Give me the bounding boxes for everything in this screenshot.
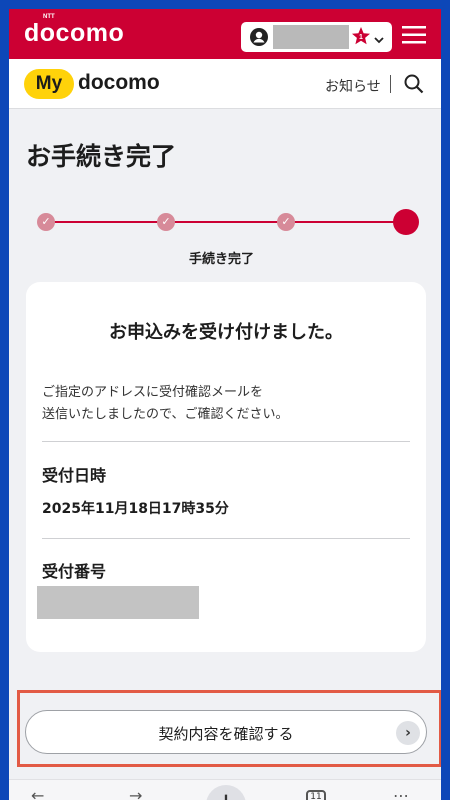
progress-stepper: ✓ ✓ ✓ 手続き完了: [37, 209, 429, 267]
chevron-right-icon: ›: [396, 721, 420, 745]
back-arrow-icon[interactable]: ←: [31, 786, 44, 800]
view-contract-label: 契約内容を確認する: [158, 725, 294, 743]
completion-card: お申込みを受け付けました。 ご指定のアドレスに受付確認メールを 送信いたしました…: [26, 282, 426, 652]
search-icon[interactable]: [403, 73, 425, 99]
step-2-done: ✓: [157, 213, 175, 231]
header-divider: [390, 75, 391, 93]
tab-count-icon[interactable]: 11: [306, 790, 326, 800]
message-line-1: ご指定のアドレスに受付確認メールを: [42, 385, 264, 400]
phone-screen: NTT docomo 1 My docomo お知らせ お手続き完了 ✓ ✓ ✓…: [9, 9, 441, 800]
divider: [42, 441, 410, 442]
rank-star-icon: 1: [352, 27, 370, 51]
docomo-logo[interactable]: docomo: [24, 19, 124, 48]
more-options-icon[interactable]: ⋯: [393, 786, 409, 800]
browser-toolbar: ← → + 11 ⋯: [9, 779, 441, 800]
completion-heading: お申込みを受け付けました。: [109, 322, 343, 343]
divider: [42, 538, 410, 539]
top-bar: NTT docomo 1: [9, 9, 441, 59]
view-contract-button[interactable]: 契約内容を確認する ›: [25, 710, 427, 754]
my-logo-badge[interactable]: My: [24, 69, 74, 99]
page-title: お手続き完了: [26, 142, 177, 171]
notice-link[interactable]: お知らせ: [325, 76, 381, 96]
mydocomo-header: My docomo お知らせ: [9, 59, 441, 109]
step-4-current: [393, 209, 419, 235]
stepper-line: [47, 221, 409, 223]
receipt-number-label: 受付番号: [42, 562, 107, 581]
step-3-done: ✓: [277, 213, 295, 231]
hamburger-menu-icon[interactable]: [402, 25, 426, 49]
user-icon: [249, 27, 269, 51]
message-line-2: 送信いたしましたので、ご確認ください。: [42, 407, 289, 422]
masked-account-number: [273, 25, 349, 49]
masked-receipt-number: [37, 586, 199, 619]
step-1-done: ✓: [37, 213, 55, 231]
new-tab-plus-icon[interactable]: +: [206, 785, 246, 800]
forward-arrow-icon[interactable]: →: [129, 786, 142, 800]
receipt-date-value: 2025年11月18日17時35分: [42, 501, 229, 517]
account-switcher[interactable]: 1: [241, 22, 392, 52]
chevron-down-icon: [373, 31, 385, 50]
mydocomo-logo-text[interactable]: docomo: [78, 71, 160, 95]
svg-text:1: 1: [359, 34, 363, 41]
confirmation-message: ご指定のアドレスに受付確認メールを 送信いたしましたので、ご確認ください。: [42, 382, 288, 426]
receipt-date-label: 受付日時: [42, 466, 107, 485]
current-step-label: 手続き完了: [189, 252, 255, 267]
